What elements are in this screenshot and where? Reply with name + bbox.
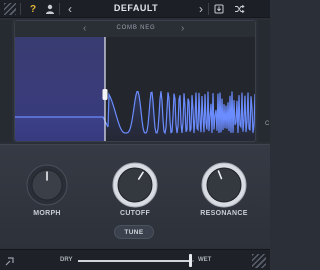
tune-button[interactable]: TUNE <box>114 225 154 239</box>
knob-cap <box>117 167 153 203</box>
left-side-panel <box>0 20 12 142</box>
filter-response-graph <box>15 37 255 141</box>
knob-graphic <box>201 162 247 208</box>
user-icon-graphic <box>46 4 54 14</box>
shuffle-icon-graphic <box>234 4 245 14</box>
link-icon-graphic <box>5 257 14 266</box>
save-icon-graphic <box>214 4 224 14</box>
divider <box>208 3 209 15</box>
knob-graphic <box>112 162 158 208</box>
bottom-bar: DRY WET <box>0 249 270 270</box>
dry-label: DRY <box>60 257 73 263</box>
shuffle-icon[interactable] <box>232 2 246 16</box>
cutoff-label: CUTOFF <box>119 210 151 217</box>
resonance-label: RESONANCE <box>200 210 248 217</box>
help-icon[interactable]: ? <box>26 2 40 16</box>
preset-name[interactable]: DEFAULT <box>82 3 190 13</box>
mix-slider-fill <box>78 260 191 262</box>
link-icon[interactable] <box>4 255 16 267</box>
cutoff-handle <box>102 89 108 100</box>
wet-label: WET <box>198 257 212 263</box>
save-icon[interactable] <box>212 2 226 16</box>
cutoff-knob[interactable] <box>112 162 158 208</box>
top-bar: ? ‹ DEFAULT › <box>0 0 270 18</box>
knob-graphic <box>26 164 68 206</box>
filter-display[interactable]: ‹ COMB NEG › <box>14 20 256 142</box>
next-preset-button[interactable]: › <box>194 2 208 16</box>
morph-knob[interactable] <box>26 164 68 206</box>
divider <box>59 3 60 15</box>
divider <box>20 3 21 15</box>
resize-handle-icon[interactable] <box>252 254 266 268</box>
previous-preset-button[interactable]: ‹ <box>63 2 77 16</box>
mix-slider-thumb[interactable] <box>189 254 193 267</box>
right-side-label: C <box>265 121 270 127</box>
resonance-knob[interactable] <box>201 162 247 208</box>
knob-cap <box>206 167 242 203</box>
user-icon[interactable] <box>43 2 57 16</box>
menu-stripes-icon[interactable] <box>4 3 16 15</box>
morph-label: MORPH <box>33 210 61 217</box>
